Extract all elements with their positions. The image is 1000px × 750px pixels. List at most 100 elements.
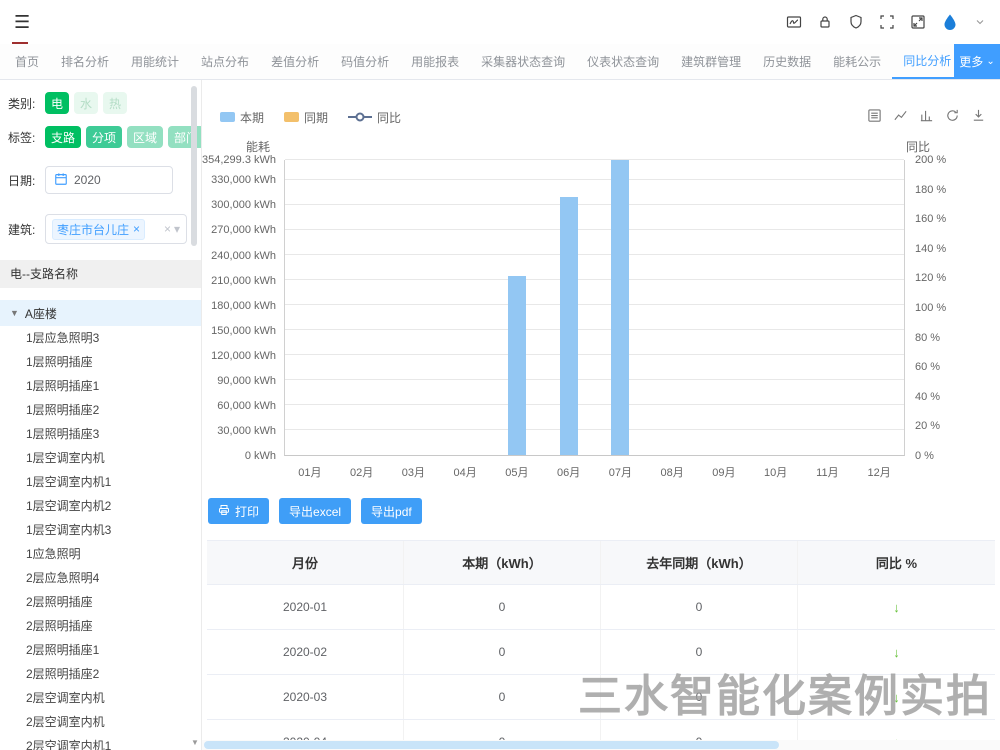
tree-item[interactable]: 2层照明插座 bbox=[0, 614, 201, 638]
tree-item[interactable]: 1层空调室内机 bbox=[0, 446, 201, 470]
fullscreen-icon[interactable] bbox=[879, 14, 895, 30]
table-cell: 2020-01 bbox=[207, 585, 404, 629]
table-row[interactable]: 2020-0200↓ bbox=[207, 630, 995, 675]
scrollbar-thumb[interactable] bbox=[191, 86, 197, 246]
tag-close-icon[interactable]: × bbox=[133, 222, 140, 236]
tree-item[interactable]: 2层应急照明4 bbox=[0, 566, 201, 590]
tag-option[interactable]: 区域 bbox=[127, 126, 163, 148]
more-button[interactable]: 更多 ⌄ bbox=[954, 44, 1000, 79]
tab-label: 历史数据 bbox=[763, 53, 811, 70]
tree-item[interactable]: 2层空调室内机1 bbox=[0, 734, 201, 750]
shield-icon[interactable] bbox=[848, 14, 864, 30]
tree-item[interactable]: 1层空调室内机3 bbox=[0, 518, 201, 542]
chart-bar[interactable] bbox=[560, 197, 578, 455]
line-chart-icon[interactable] bbox=[893, 108, 908, 123]
legend-swatch-icon bbox=[284, 112, 299, 122]
tab-label: 站点分布 bbox=[201, 53, 249, 70]
tab-item[interactable]: 排名分析 bbox=[50, 44, 120, 79]
tab-bar: 首页排名分析用能统计 站点分布差值分析码值分析用能报表采集器状态查询仪表状态查询建… bbox=[0, 44, 1000, 80]
more-button-label: 更多 bbox=[959, 53, 983, 70]
chart-bar[interactable] bbox=[508, 276, 526, 455]
building-select[interactable]: 枣庄市台儿庄 × × ▾ bbox=[45, 214, 187, 244]
tab-label: 码值分析 bbox=[341, 53, 389, 70]
horizontal-scrollbar-thumb[interactable] bbox=[204, 741, 779, 749]
table-cell-yoy: ↓ bbox=[798, 630, 995, 674]
tree-item[interactable]: 2层照明插座 bbox=[0, 590, 201, 614]
tab-item[interactable]: 首页 bbox=[4, 44, 50, 79]
y-axis-left-tick-label: 210,000 kWh bbox=[211, 275, 276, 287]
tab-item[interactable]: 差值分析 bbox=[260, 44, 330, 79]
chart-bar-column bbox=[801, 160, 853, 455]
tag-option[interactable]: 分项 bbox=[86, 126, 122, 148]
tab-item[interactable]: 能耗公示 bbox=[822, 44, 892, 79]
caret-down-icon[interactable]: ▼ bbox=[10, 308, 19, 318]
category-option[interactable]: 电 bbox=[45, 92, 69, 114]
clear-icon[interactable]: × bbox=[164, 222, 171, 236]
tree-list: 1层应急照明31层照明插座1层照明插座11层照明插座21层照明插座31层空调室内… bbox=[0, 326, 201, 750]
tree-item[interactable]: 2层照明插座1 bbox=[0, 638, 201, 662]
download-icon[interactable] bbox=[971, 108, 986, 123]
legend-label: 本期 bbox=[240, 109, 264, 126]
horizontal-scrollbar[interactable] bbox=[202, 740, 1000, 750]
tab-label: 用能统计 bbox=[131, 53, 179, 70]
tree-item[interactable]: 2层空调室内机 bbox=[0, 710, 201, 734]
sidebar-scrollbar[interactable]: ▼ bbox=[190, 82, 200, 750]
data-table: 月份本期（kWh）去年同期（kWh）同比 % 2020-0100↓2020-02… bbox=[207, 540, 995, 750]
export-pdf-button[interactable]: 导出pdf bbox=[361, 498, 422, 524]
table-row[interactable]: 2020-0100↓ bbox=[207, 585, 995, 630]
menu-icon[interactable]: ☰ bbox=[14, 12, 30, 33]
x-axis-tick-label: 01月 bbox=[284, 456, 336, 486]
tree-item[interactable]: 1层照明插座1 bbox=[0, 374, 201, 398]
tree-item[interactable]: 1层空调室内机1 bbox=[0, 470, 201, 494]
topbar: ☰ bbox=[0, 0, 1000, 44]
tab-item[interactable]: 站点分布 bbox=[190, 44, 260, 79]
tab-item[interactable]: 码值分析 bbox=[330, 44, 400, 79]
chart-bar-column bbox=[646, 160, 698, 455]
tree-item[interactable]: 1层照明插座3 bbox=[0, 422, 201, 446]
tab-item[interactable]: 用能报表 bbox=[400, 44, 470, 79]
legend-item[interactable]: 本期 bbox=[220, 109, 264, 126]
date-label: 日期: bbox=[8, 172, 40, 189]
tree-item[interactable]: 1层应急照明3 bbox=[0, 326, 201, 350]
refresh-icon[interactable] bbox=[945, 108, 960, 123]
lock-icon[interactable] bbox=[817, 14, 833, 30]
printer-icon bbox=[218, 504, 230, 519]
category-label: 类别: bbox=[8, 95, 40, 112]
tree-item[interactable]: 1应急照明 bbox=[0, 542, 201, 566]
category-option[interactable]: 热 bbox=[103, 92, 127, 114]
chevron-down-icon[interactable] bbox=[974, 16, 986, 28]
bar-chart-icon[interactable] bbox=[919, 108, 934, 123]
select-controls: × ▾ bbox=[164, 222, 180, 236]
chart-bar[interactable] bbox=[611, 160, 629, 455]
tree-item[interactable]: 2层空调室内机 bbox=[0, 686, 201, 710]
tab-item[interactable]: 历史数据 bbox=[752, 44, 822, 79]
tree-root[interactable]: ▼ A座楼 bbox=[0, 300, 201, 326]
tab-item[interactable]: 用能统计 bbox=[120, 44, 190, 79]
legend-label: 同比 bbox=[377, 109, 401, 126]
y-axis-left-tick-label: 90,000 kWh bbox=[217, 375, 276, 387]
select-chevron-icon[interactable]: ▾ bbox=[174, 222, 180, 236]
tab-item[interactable]: 建筑群管理 bbox=[670, 44, 752, 79]
tag-option[interactable]: 支路 bbox=[45, 126, 81, 148]
export-excel-button[interactable]: 导出excel bbox=[279, 498, 351, 524]
date-input[interactable]: 2020 bbox=[45, 166, 173, 194]
category-row: 类别: 电水热 bbox=[8, 92, 187, 114]
data-view-icon[interactable] bbox=[867, 108, 882, 123]
tree-item[interactable]: 1层照明插座2 bbox=[0, 398, 201, 422]
y-axis-left-tick-label: 150,000 kWh bbox=[211, 325, 276, 337]
tab-item[interactable]: 仪表状态查询 bbox=[576, 44, 670, 79]
table-cell: 2020-02 bbox=[207, 630, 404, 674]
tree-item[interactable]: 1层照明插座 bbox=[0, 350, 201, 374]
legend-item[interactable]: 同期 bbox=[284, 109, 328, 126]
legend-item[interactable]: 同比 bbox=[348, 109, 401, 126]
print-button[interactable]: 打印 bbox=[208, 498, 269, 524]
tree-item[interactable]: 2层照明插座2 bbox=[0, 662, 201, 686]
signature-icon[interactable] bbox=[786, 14, 802, 30]
table-row[interactable]: 2020-0300↓ bbox=[207, 675, 995, 720]
water-drop-logo[interactable] bbox=[941, 13, 959, 31]
scrollbar-down-arrow-icon[interactable]: ▼ bbox=[190, 738, 200, 750]
tab-item[interactable]: 采集器状态查询 bbox=[470, 44, 576, 79]
tree-item[interactable]: 1层空调室内机2 bbox=[0, 494, 201, 518]
category-option[interactable]: 水 bbox=[74, 92, 98, 114]
expand-icon[interactable] bbox=[910, 14, 926, 30]
